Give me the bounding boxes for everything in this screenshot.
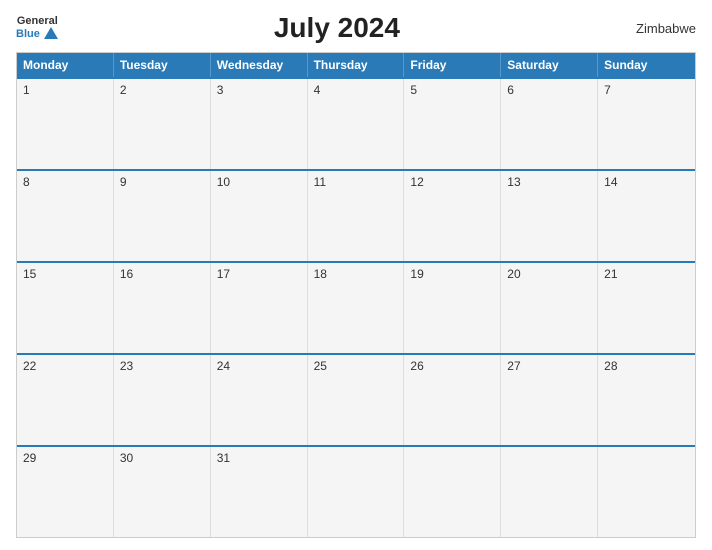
calendar-cell: 12: [404, 171, 501, 261]
calendar-cell: [501, 447, 598, 537]
calendar-cell: 5: [404, 79, 501, 169]
day-number: 11: [314, 175, 326, 189]
col-saturday: Saturday: [501, 53, 598, 77]
calendar-cell: 1: [17, 79, 114, 169]
calendar-cell: 10: [211, 171, 308, 261]
day-number: 19: [410, 267, 423, 281]
page: General Blue July 2024 Zimbabwe Monday T…: [0, 0, 712, 550]
day-number: 30: [120, 451, 133, 465]
day-number: 10: [217, 175, 230, 189]
col-friday: Friday: [404, 53, 501, 77]
day-number: 24: [217, 359, 230, 373]
calendar-cell: 29: [17, 447, 114, 537]
col-wednesday: Wednesday: [211, 53, 308, 77]
day-number: 26: [410, 359, 423, 373]
day-number: 14: [604, 175, 617, 189]
calendar-cell: 8: [17, 171, 114, 261]
calendar-cell: 20: [501, 263, 598, 353]
calendar-cell: 25: [308, 355, 405, 445]
day-number: 22: [23, 359, 36, 373]
calendar-cell: 15: [17, 263, 114, 353]
calendar-cell: 23: [114, 355, 211, 445]
day-number: 28: [604, 359, 617, 373]
calendar-cell: 17: [211, 263, 308, 353]
calendar-cell: [598, 447, 695, 537]
calendar-cell: 24: [211, 355, 308, 445]
day-number: 15: [23, 267, 36, 281]
calendar-title: July 2024: [58, 12, 616, 44]
col-thursday: Thursday: [308, 53, 405, 77]
calendar-cell: 22: [17, 355, 114, 445]
logo-general-text: General: [17, 15, 58, 27]
country-label: Zimbabwe: [616, 21, 696, 36]
calendar-cell: 13: [501, 171, 598, 261]
calendar-cell: 6: [501, 79, 598, 169]
calendar-cell: 28: [598, 355, 695, 445]
calendar-cell: 27: [501, 355, 598, 445]
calendar-week-1: 1 2 3 4 5 6 7: [17, 77, 695, 169]
calendar: Monday Tuesday Wednesday Thursday Friday…: [16, 52, 696, 538]
day-number: 2: [120, 83, 127, 97]
col-tuesday: Tuesday: [114, 53, 211, 77]
calendar-cell: 30: [114, 447, 211, 537]
day-number: 3: [217, 83, 224, 97]
calendar-week-2: 8 9 10 11 12 13 14: [17, 169, 695, 261]
calendar-week-5: 29 30 31: [17, 445, 695, 537]
calendar-cell: 9: [114, 171, 211, 261]
col-monday: Monday: [17, 53, 114, 77]
day-number: 12: [410, 175, 423, 189]
calendar-cell: 7: [598, 79, 695, 169]
calendar-cell: 21: [598, 263, 695, 353]
calendar-cell: 31: [211, 447, 308, 537]
day-number: 31: [217, 451, 230, 465]
day-number: 23: [120, 359, 133, 373]
calendar-cell: [404, 447, 501, 537]
calendar-week-3: 15 16 17 18 19 20 21: [17, 261, 695, 353]
logo-triangle-icon: [44, 27, 58, 39]
calendar-week-4: 22 23 24 25 26 27 28: [17, 353, 695, 445]
day-number: 27: [507, 359, 520, 373]
calendar-cell: [308, 447, 405, 537]
day-number: 20: [507, 267, 520, 281]
day-number: 25: [314, 359, 327, 373]
calendar-cell: 14: [598, 171, 695, 261]
calendar-cell: 19: [404, 263, 501, 353]
col-sunday: Sunday: [598, 53, 695, 77]
header: General Blue July 2024 Zimbabwe: [16, 12, 696, 44]
calendar-cell: 18: [308, 263, 405, 353]
calendar-cell: 11: [308, 171, 405, 261]
day-number: 16: [120, 267, 133, 281]
day-number: 29: [23, 451, 36, 465]
day-number: 17: [217, 267, 230, 281]
day-number: 5: [410, 83, 417, 97]
day-number: 8: [23, 175, 30, 189]
calendar-cell: 26: [404, 355, 501, 445]
calendar-cell: 4: [308, 79, 405, 169]
calendar-header-row: Monday Tuesday Wednesday Thursday Friday…: [17, 53, 695, 77]
logo-blue-text: Blue: [16, 28, 40, 40]
day-number: 9: [120, 175, 127, 189]
logo: General Blue: [16, 15, 58, 41]
day-number: 18: [314, 267, 327, 281]
calendar-cell: 2: [114, 79, 211, 169]
calendar-cell: 16: [114, 263, 211, 353]
day-number: 13: [507, 175, 520, 189]
day-number: 7: [604, 83, 611, 97]
calendar-cell: 3: [211, 79, 308, 169]
day-number: 6: [507, 83, 514, 97]
day-number: 4: [314, 83, 321, 97]
day-number: 1: [23, 83, 30, 97]
day-number: 21: [604, 267, 617, 281]
calendar-body: 1234567891011121314151617181920212223242…: [17, 77, 695, 537]
